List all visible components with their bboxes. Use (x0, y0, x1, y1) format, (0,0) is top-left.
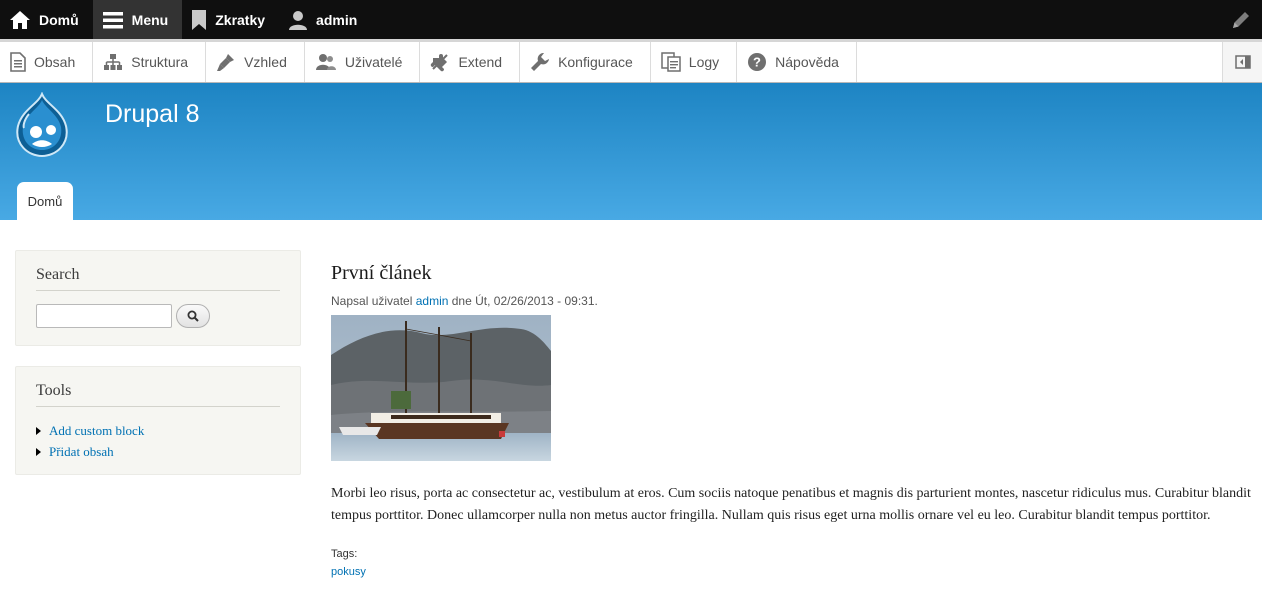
tray-item-help[interactable]: ? Nápověda (737, 42, 857, 82)
tray-label-reports: Logy (688, 54, 720, 70)
tray-item-reports[interactable]: Logy (651, 42, 738, 82)
toolbar-home-link[interactable]: Domů (0, 0, 93, 39)
help-icon: ? (748, 53, 767, 71)
bullet-triangle-icon (36, 447, 41, 456)
people-icon (315, 54, 336, 70)
toolbar-menu-tab[interactable]: Menu (92, 0, 183, 39)
tray-label-people: Uživatelé (344, 54, 403, 70)
sidebar-toggle-icon (1234, 55, 1251, 69)
article-title[interactable]: První článek (331, 262, 1251, 285)
tray-orientation-toggle[interactable] (1222, 42, 1262, 82)
tray-label-extend: Extend (458, 54, 503, 70)
shortcuts-label: Zkratky (215, 11, 266, 28)
tray-item-structure[interactable]: Struktura (93, 42, 207, 82)
tray-item-extend[interactable]: Extend (420, 42, 521, 82)
tray-item-configuration[interactable]: Konfigurace (520, 42, 651, 82)
tag-link[interactable]: pokusy (331, 566, 1251, 578)
tools-menu: Add custom block Přidat obsah (36, 420, 300, 462)
search-icon (187, 310, 199, 322)
main-nav-home-tab[interactable]: Domů (17, 182, 73, 220)
document-icon (10, 52, 26, 72)
home-icon (10, 10, 30, 29)
tools-block: Tools Add custom block Přidat obsah (15, 366, 301, 475)
tray-item-content[interactable]: Obsah (0, 42, 94, 82)
toolbar-user-tab[interactable]: admin (279, 0, 371, 39)
admin-toolbar: Domů Menu Zkratky admin (0, 0, 1262, 39)
tray-label-appearance: Vzhled (244, 54, 287, 70)
tools-menu-item: Add custom block (36, 420, 300, 441)
pencil-icon[interactable] (1230, 9, 1252, 31)
admin-tray: Obsah Struktura Vzhled Uživatelé Extend … (0, 39, 1262, 83)
menu-label: Menu (131, 11, 169, 28)
site-name[interactable]: Drupal 8 (105, 100, 200, 129)
user-label: admin (316, 11, 358, 28)
toolbar-edit-area (1230, 0, 1262, 39)
article-meta: Napsal uživatel admin dne Út, 02/26/2013… (331, 294, 1251, 308)
tray-item-people[interactable]: Uživatelé (305, 42, 421, 82)
meta-date: dne Út, 02/26/2013 - 09:31. (448, 294, 598, 308)
search-block-title: Search (36, 266, 280, 291)
tray-item-appearance[interactable]: Vzhled (206, 42, 305, 82)
article-image (331, 315, 551, 461)
author-link[interactable]: admin (416, 294, 449, 308)
meta-prefix: Napsal uživatel (331, 294, 416, 308)
add-content-link[interactable]: Přidat obsah (49, 444, 114, 460)
drupal-logo-icon[interactable] (12, 92, 72, 158)
search-button[interactable] (176, 304, 210, 328)
sitemap-icon (104, 54, 123, 70)
user-icon (289, 10, 308, 30)
main-content: První článek Napsal uživatel admin dne Ú… (331, 262, 1251, 578)
home-label: Domů (39, 11, 79, 28)
tools-block-title: Tools (36, 382, 280, 407)
search-input[interactable] (36, 304, 172, 328)
search-block: Search (15, 250, 301, 346)
hamburger-icon (102, 11, 123, 28)
tray-label-content: Obsah (34, 54, 76, 70)
tray-label-structure: Struktura (131, 54, 189, 70)
wrench-icon (531, 53, 550, 71)
toolbar-shortcuts-tab[interactable]: Zkratky (182, 0, 279, 39)
search-form (36, 304, 300, 328)
tray-label-help: Nápověda (775, 54, 839, 70)
tags-label: Tags: (331, 548, 358, 560)
add-custom-block-link[interactable]: Add custom block (49, 423, 144, 439)
svg-text:?: ? (753, 55, 761, 70)
article-body: Morbi leo risus, porta ac consectetur ac… (331, 486, 1251, 523)
tray-label-configuration: Konfigurace (558, 54, 633, 70)
report-icon (661, 52, 681, 72)
puzzle-icon (431, 54, 449, 72)
bullet-triangle-icon (36, 426, 41, 435)
tools-menu-item: Přidat obsah (36, 441, 300, 462)
bookmark-icon (192, 9, 207, 30)
paintbrush-icon (217, 54, 235, 71)
site-header: Drupal 8 Domů (0, 83, 1262, 220)
